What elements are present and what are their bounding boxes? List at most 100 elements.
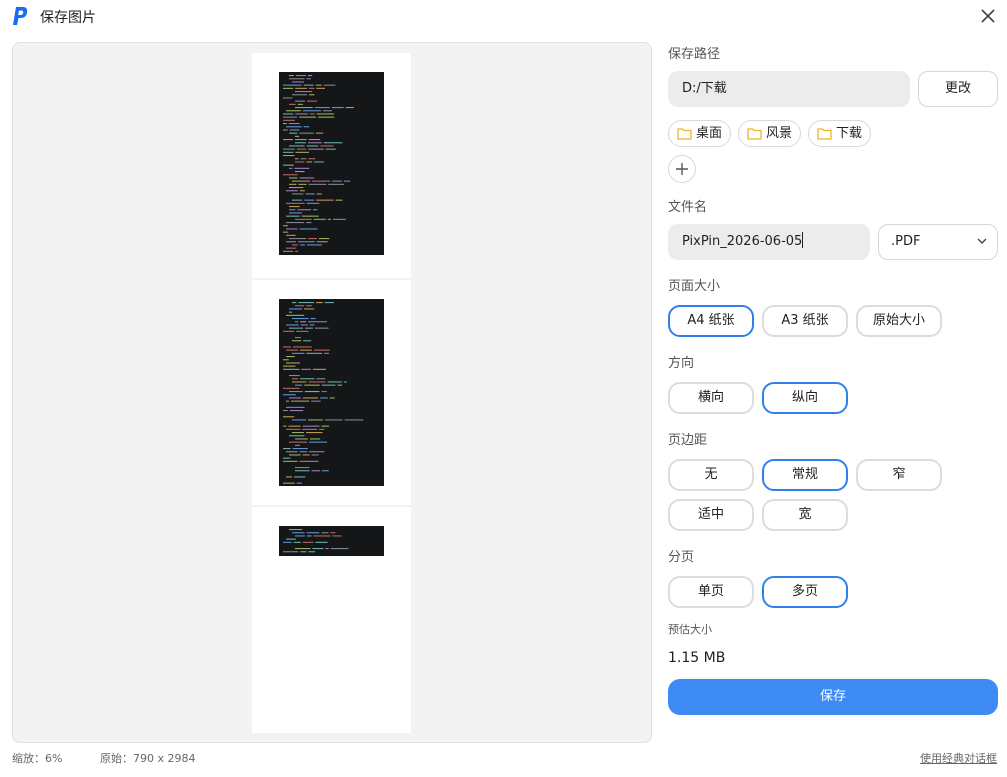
code-line-mark <box>295 158 299 160</box>
code-line-mark <box>300 551 307 553</box>
code-line-mark <box>283 250 294 252</box>
code-line-mark <box>292 340 302 342</box>
code-line-mark <box>321 391 327 393</box>
margin-normal-button[interactable]: 常规 <box>762 459 848 491</box>
page-screenshot-1 <box>279 72 384 255</box>
code-line-mark <box>306 535 312 537</box>
code-line-mark <box>289 187 304 189</box>
pagination-single-button[interactable]: 单页 <box>668 576 754 608</box>
code-line-mark <box>297 209 312 211</box>
code-line-mark <box>323 142 343 144</box>
add-folder-button[interactable] <box>668 155 696 183</box>
code-line-mark <box>283 225 288 227</box>
window-title: 保存图片 <box>40 10 96 26</box>
code-line-mark <box>286 406 305 408</box>
code-line-mark <box>286 247 297 249</box>
margin-wide-button[interactable]: 宽 <box>762 499 848 531</box>
margin-moderate-button[interactable]: 适中 <box>668 499 754 531</box>
code-line-mark <box>306 244 322 246</box>
code-line-mark <box>289 145 305 147</box>
file-name-value: PixPin_2026-06-05 <box>682 234 803 249</box>
page-size-a4-button[interactable]: A4 纸张 <box>668 305 754 337</box>
code-line-mark <box>305 327 313 329</box>
format-select[interactable]: .PDF <box>878 224 998 260</box>
code-line-mark <box>283 551 299 553</box>
code-line-mark <box>314 107 330 109</box>
code-line-mark <box>335 199 343 201</box>
quick-folder-label: 下载 <box>836 126 863 141</box>
code-line-mark <box>307 75 313 77</box>
code-line-mark <box>321 384 336 386</box>
file-name-label: 文件名 <box>668 200 708 215</box>
code-line-mark <box>316 378 326 380</box>
code-line-mark <box>283 116 298 118</box>
code-line-mark <box>332 535 342 537</box>
code-line-mark <box>283 365 296 367</box>
code-line-mark <box>308 321 328 323</box>
code-line-mark <box>286 202 305 204</box>
code-line-mark <box>299 228 318 230</box>
code-line-mark <box>295 100 306 102</box>
quick-folder-downloads[interactable]: 下载 <box>808 120 872 147</box>
close-icon[interactable] <box>976 4 1000 28</box>
code-line-mark <box>289 327 304 329</box>
save-button[interactable]: 保存 <box>668 679 998 715</box>
change-path-button[interactable]: 更改 <box>918 71 998 107</box>
code-line-mark <box>308 551 316 553</box>
text-caret <box>802 232 804 248</box>
code-line-mark <box>331 107 344 109</box>
code-line-mark <box>304 308 315 310</box>
save-path-field[interactable]: D:/下载 <box>668 71 910 107</box>
code-line-mark <box>310 318 316 320</box>
pagination-multi-button[interactable]: 多页 <box>762 576 848 608</box>
image-preview[interactable] <box>12 42 652 743</box>
code-line-mark <box>303 84 314 86</box>
code-line-mark <box>283 387 300 389</box>
code-line-mark <box>286 451 298 453</box>
code-line-mark <box>283 460 298 462</box>
code-line-mark <box>301 368 311 370</box>
code-line-mark <box>295 75 306 77</box>
classic-dialog-link[interactable]: 使用经典对话框 <box>920 750 997 766</box>
code-line-mark <box>304 384 320 386</box>
orientation-portrait-button[interactable]: 纵向 <box>762 382 848 414</box>
folder-icon <box>747 128 762 140</box>
code-line-mark <box>302 425 320 427</box>
code-line-mark <box>321 425 330 427</box>
margin-label: 页边距 <box>668 433 708 448</box>
code-line-mark <box>304 391 320 393</box>
code-line-mark <box>323 110 332 112</box>
margin-none-button[interactable]: 无 <box>668 459 754 491</box>
code-line-mark <box>329 397 335 399</box>
code-line-mark <box>327 381 342 383</box>
code-line-mark <box>309 438 321 440</box>
code-line-mark <box>316 241 328 243</box>
margin-narrow-button[interactable]: 窄 <box>856 459 942 491</box>
code-line-mark <box>296 330 309 332</box>
format-selected: .PDF <box>891 234 921 249</box>
quick-folder-scenery[interactable]: 风景 <box>738 120 802 147</box>
code-line-mark <box>312 548 324 550</box>
quick-folder-desktop[interactable]: 桌面 <box>668 120 732 147</box>
code-line-mark <box>299 132 314 134</box>
code-line-mark <box>283 330 295 332</box>
code-line-mark <box>289 78 305 80</box>
file-name-input[interactable]: PixPin_2026-06-05 <box>668 224 870 260</box>
code-line-mark <box>283 541 292 543</box>
orientation-landscape-button[interactable]: 横向 <box>668 382 754 414</box>
code-line-mark <box>313 349 330 351</box>
code-line-mark <box>289 183 297 185</box>
code-line-mark <box>295 321 299 323</box>
code-line-mark <box>330 532 336 534</box>
code-line-mark <box>286 362 300 364</box>
preview-page-3 <box>252 507 411 733</box>
code-line-mark <box>295 135 300 137</box>
code-line-mark <box>299 116 317 118</box>
page-size-original-button[interactable]: 原始大小 <box>856 305 942 337</box>
code-line-mark <box>330 548 349 550</box>
page-size-a3-button[interactable]: A3 纸张 <box>762 305 848 337</box>
code-line-mark <box>292 81 304 83</box>
pixpin-logo-icon <box>13 7 28 25</box>
code-line-mark <box>286 538 296 540</box>
code-line-mark <box>308 419 323 421</box>
